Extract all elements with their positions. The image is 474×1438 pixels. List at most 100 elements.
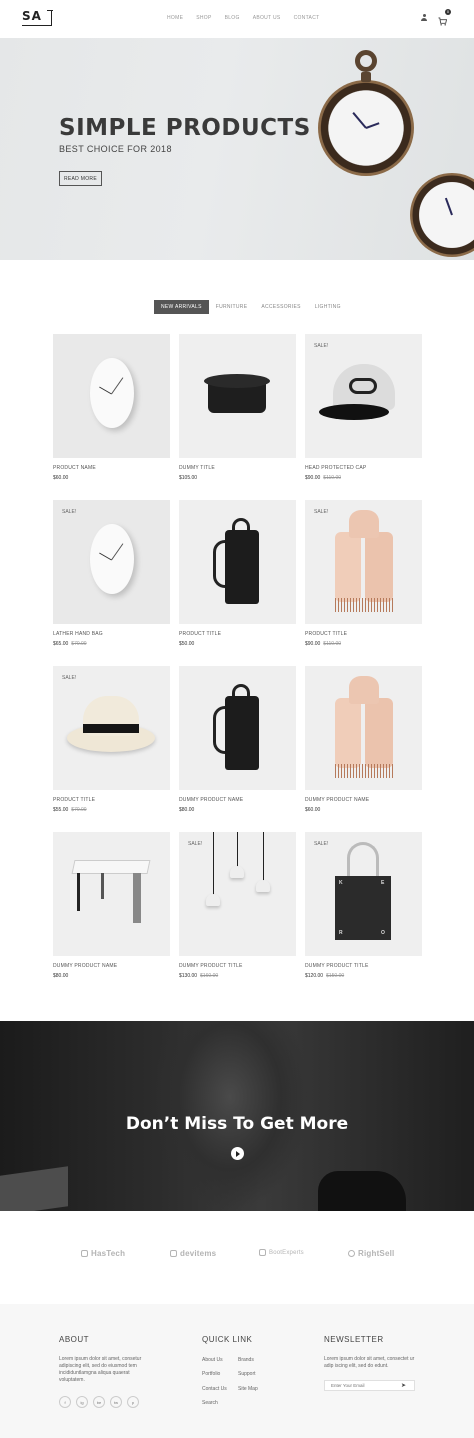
sale-badge: SALE! bbox=[314, 509, 329, 515]
site-footer: ABOUT Lorem ipsum dolor sit amet, conset… bbox=[0, 1304, 474, 1438]
product-card[interactable]: DUMMY PRODUCT NAME $60.00 bbox=[305, 666, 422, 813]
product-image[interactable] bbox=[53, 334, 170, 458]
product-name[interactable]: DUMMY PRODUCT NAME bbox=[305, 797, 422, 803]
product-image[interactable]: SALE! bbox=[179, 832, 296, 956]
product-name[interactable]: DUMMY TITLE bbox=[179, 465, 296, 471]
footer-link-portfolio[interactable]: Portfolio bbox=[202, 1371, 220, 1377]
product-image[interactable]: SALE! bbox=[305, 334, 422, 458]
product-image[interactable] bbox=[305, 666, 422, 790]
product-price: $65.00 $70.00 bbox=[53, 641, 87, 647]
product-image[interactable] bbox=[179, 334, 296, 458]
footer-about-heading: ABOUT bbox=[59, 1335, 90, 1344]
product-price: $90.00 $110.00 bbox=[305, 475, 341, 481]
site-header: SA HOME SHOP BLOG ABOUT US CONTACT 0 bbox=[0, 0, 474, 38]
backpack-image bbox=[207, 516, 265, 608]
product-card[interactable]: DUMMY PRODUCT NAME $80.00 bbox=[53, 832, 170, 979]
product-image[interactable] bbox=[53, 832, 170, 956]
product-name[interactable]: PRODUCT NAME bbox=[53, 465, 170, 471]
product-name[interactable]: PRODUCT TITLE bbox=[179, 631, 296, 637]
footer-quick-link-heading: QUICK LINK bbox=[202, 1335, 253, 1344]
send-arrow-icon[interactable]: ➤ bbox=[401, 1382, 406, 1389]
watch-hand bbox=[444, 197, 453, 216]
product-name[interactable]: LATHER HAND BAG bbox=[53, 631, 170, 637]
product-image[interactable]: SALE! bbox=[53, 666, 170, 790]
sale-badge: SALE! bbox=[314, 343, 329, 349]
twitter-icon[interactable]: tw bbox=[110, 1396, 122, 1408]
read-more-button[interactable]: READ MORE bbox=[59, 171, 102, 186]
product-price: $120.00 $150.00 bbox=[305, 973, 345, 979]
product-card[interactable]: DUMMY TITLE $105.00 bbox=[179, 334, 296, 481]
promo-banner: Don’t Miss To Get More bbox=[0, 1021, 474, 1211]
header-icons: 0 bbox=[420, 9, 451, 26]
product-image[interactable]: SALE! bbox=[53, 500, 170, 624]
tab-new-arrivals[interactable]: NEW ARRIVALS bbox=[154, 300, 209, 314]
product-card[interactable]: SALE! LATHER HAND BAG $65.00 $70.00 bbox=[53, 500, 170, 647]
brand-hastech[interactable]: HasTech bbox=[81, 1249, 125, 1258]
product-card[interactable]: SALE! HEAD PROTECTED CAP $90.00 $110.00 bbox=[305, 334, 422, 481]
tab-furniture[interactable]: FURNITURE bbox=[209, 300, 255, 314]
product-name[interactable]: DUMMY PRODUCT NAME bbox=[179, 797, 296, 803]
wall-clock-image bbox=[90, 358, 134, 428]
product-card[interactable]: PRODUCT TITLE $50.00 bbox=[179, 500, 296, 647]
product-image[interactable] bbox=[179, 666, 296, 790]
product-image[interactable] bbox=[179, 500, 296, 624]
product-price: $60.00 bbox=[53, 475, 69, 481]
product-card[interactable]: SALE! KERO DUMMY PRODUCT TITLE $120.00 $1… bbox=[305, 832, 422, 979]
sale-badge: SALE! bbox=[62, 675, 77, 681]
tab-accessories[interactable]: ACCESSORIES bbox=[254, 300, 307, 314]
brand-devitems[interactable]: devitems bbox=[170, 1249, 216, 1258]
hat-image bbox=[67, 694, 155, 756]
product-card[interactable]: DUMMY PRODUCT NAME $80.00 bbox=[179, 666, 296, 813]
wall-clock-image bbox=[90, 524, 134, 594]
behance-icon[interactable]: be bbox=[93, 1396, 105, 1408]
product-name[interactable]: PRODUCT TITLE bbox=[53, 797, 170, 803]
promo-books bbox=[0, 1166, 68, 1211]
footer-about-text: Lorem ipsum dolor sit amet, consetur adi… bbox=[59, 1356, 142, 1383]
footer-link-site-map[interactable]: Site Map bbox=[238, 1386, 258, 1392]
footer-link-brands[interactable]: Brands bbox=[238, 1357, 254, 1363]
product-tabs: NEW ARRIVALS FURNITURE ACCESSORIES LIGHT… bbox=[154, 300, 348, 314]
product-name[interactable]: HEAD PROTECTED CAP bbox=[305, 465, 422, 471]
footer-link-search[interactable]: Search bbox=[202, 1400, 218, 1406]
footer-link-contact-us[interactable]: Contact Us bbox=[202, 1386, 227, 1392]
nav-home[interactable]: HOME bbox=[167, 15, 183, 21]
product-card[interactable]: PRODUCT NAME $60.00 bbox=[53, 334, 170, 481]
product-price: $105.00 bbox=[179, 475, 198, 481]
pinterest-icon[interactable]: p bbox=[127, 1396, 139, 1408]
play-video-button[interactable] bbox=[231, 1147, 244, 1160]
nav-shop[interactable]: SHOP bbox=[196, 15, 211, 21]
newsletter-email-input[interactable] bbox=[325, 1381, 401, 1390]
product-name[interactable]: DUMMY PRODUCT NAME bbox=[53, 963, 170, 969]
nav-about-us[interactable]: ABOUT US bbox=[253, 15, 281, 21]
product-image[interactable]: SALE! bbox=[305, 500, 422, 624]
footer-link-support[interactable]: Support bbox=[238, 1371, 256, 1377]
product-card[interactable]: SALE! DUMMY PRODUCT TITLE $130.00 $160.00 bbox=[179, 832, 296, 979]
product-name[interactable]: DUMMY PRODUCT TITLE bbox=[179, 963, 296, 969]
nav-contact[interactable]: CONTACT bbox=[294, 15, 320, 21]
hero-title: SIMPLE PRODUCTS bbox=[59, 115, 311, 141]
product-name[interactable]: DUMMY PRODUCT TITLE bbox=[305, 963, 422, 969]
nav-blog[interactable]: BLOG bbox=[225, 15, 240, 21]
brand-rightsell[interactable]: RightSell bbox=[348, 1249, 394, 1258]
cart-icon[interactable]: 0 bbox=[438, 9, 451, 26]
instagram-icon[interactable]: ig bbox=[76, 1396, 88, 1408]
product-card[interactable]: SALE! PRODUCT TITLE $55.00 $70.00 bbox=[53, 666, 170, 813]
promo-title: Don’t Miss To Get More bbox=[125, 1114, 349, 1134]
product-name[interactable]: PRODUCT TITLE bbox=[305, 631, 422, 637]
site-logo[interactable]: SA bbox=[22, 9, 42, 23]
brand-bootexperts[interactable]: BootExperts bbox=[259, 1249, 304, 1256]
product-image[interactable]: SALE! KERO bbox=[305, 832, 422, 956]
tote-bag-image: KERO bbox=[335, 842, 391, 946]
user-icon[interactable] bbox=[420, 13, 428, 22]
stool-image bbox=[71, 860, 151, 936]
product-price: $50.00 bbox=[179, 641, 195, 647]
main-nav: HOME SHOP BLOG ABOUT US CONTACT bbox=[167, 15, 319, 21]
product-card[interactable]: SALE! PRODUCT TITLE $90.00 $110.00 bbox=[305, 500, 422, 647]
hastech-logo-icon bbox=[81, 1250, 88, 1257]
facebook-icon[interactable]: f bbox=[59, 1396, 71, 1408]
pocket-watch-image bbox=[318, 50, 414, 176]
newsletter-form: ➤ bbox=[324, 1380, 415, 1391]
product-price: $90.00 $110.00 bbox=[305, 641, 341, 647]
tab-lighting[interactable]: LIGHTING bbox=[308, 300, 348, 314]
footer-link-about-us[interactable]: About Us bbox=[202, 1357, 223, 1363]
